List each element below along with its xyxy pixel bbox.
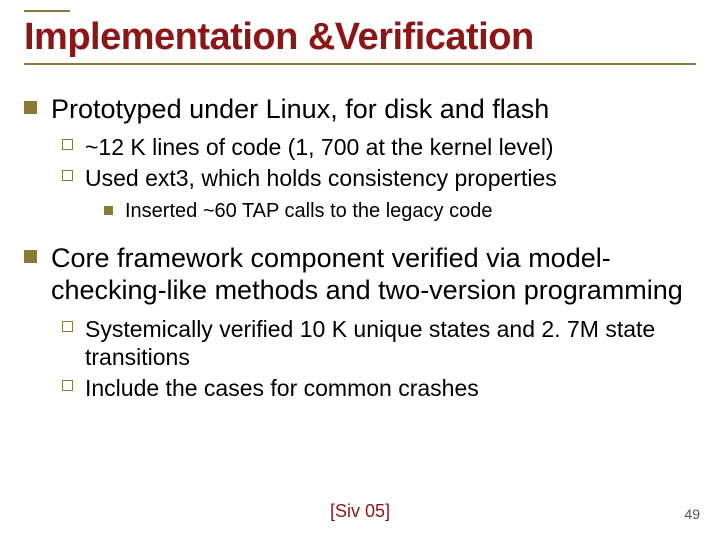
bullet-square-small-icon	[104, 206, 113, 215]
bullet-text: Core framework component verified via mo…	[51, 242, 696, 307]
bullet-text: ~12 K lines of code (1, 700 at the kerne…	[85, 133, 554, 162]
bullet-open-square-icon	[62, 380, 73, 391]
bullet-open-square-icon	[62, 170, 73, 181]
list-item: ~12 K lines of code (1, 700 at the kerne…	[62, 133, 696, 162]
list-item: Systemically verified 10 K unique states…	[62, 315, 696, 373]
title-rule: Implementation &Verification	[24, 16, 696, 65]
list-item: Include the cases for common crashes	[62, 374, 696, 403]
bullet-square-icon	[24, 250, 37, 263]
slide-title: Implementation &Verification	[24, 16, 696, 59]
citation: [Siv 05]	[0, 501, 720, 522]
bullet-text: Include the cases for common crashes	[85, 374, 479, 403]
list-item: Used ext3, which holds consistency prope…	[62, 164, 696, 224]
bullet-square-icon	[24, 101, 37, 114]
bullet-text: Systemically verified 10 K unique states…	[85, 315, 696, 373]
bullet-text: Prototyped under Linux, for disk and fla…	[51, 93, 549, 125]
bullet-text: Used ext3, which holds consistency prope…	[85, 164, 557, 193]
bullet-open-square-icon	[62, 321, 73, 332]
bullet-open-square-icon	[62, 139, 73, 150]
list-item: Core framework component verified via mo…	[24, 242, 696, 403]
bullet-list: Prototyped under Linux, for disk and fla…	[24, 93, 696, 403]
page-number: 49	[684, 506, 700, 522]
list-item: Prototyped under Linux, for disk and fla…	[24, 93, 696, 224]
list-item: Inserted ~60 TAP calls to the legacy cod…	[104, 199, 696, 224]
bullet-text: Inserted ~60 TAP calls to the legacy cod…	[125, 199, 492, 224]
